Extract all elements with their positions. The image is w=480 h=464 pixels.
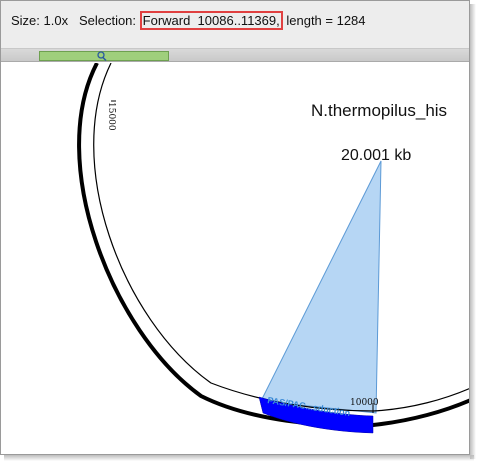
status-bar: Size: 1.0x Selection: Forward 10086..113… <box>1 1 469 49</box>
sequence-name: N.thermopilus_his <box>311 101 448 120</box>
selection-range: Forward 10086..11369, <box>139 11 283 30</box>
status-text: Size: 1.0x Selection: Forward 10086..113… <box>11 11 366 30</box>
window-shadow-right <box>470 4 476 459</box>
tick-label-10000: 10000 <box>350 398 379 408</box>
selection-label: Selection: <box>78 13 137 28</box>
magnifier-icon <box>97 51 107 61</box>
scrollbar-thumb[interactable] <box>39 51 169 61</box>
circular-map-svg[interactable]: 15000 10000 PAS/PAC...sduction <box>1 63 470 455</box>
selection-wedge[interactable] <box>260 160 382 414</box>
zoom-size-label: Size: 1.0x <box>11 13 69 28</box>
sequence-length: 20.001 kb <box>341 147 412 164</box>
map-canvas[interactable]: 15000 10000 PAS/PAC...sduction <box>1 63 470 455</box>
tick-label-15000: 15000 <box>106 102 116 131</box>
plasmid-map-window: Size: 1.0x Selection: Forward 10086..113… <box>0 0 470 455</box>
window-shadow-bottom <box>4 455 474 461</box>
selection-length: length = 1284 <box>286 13 366 28</box>
